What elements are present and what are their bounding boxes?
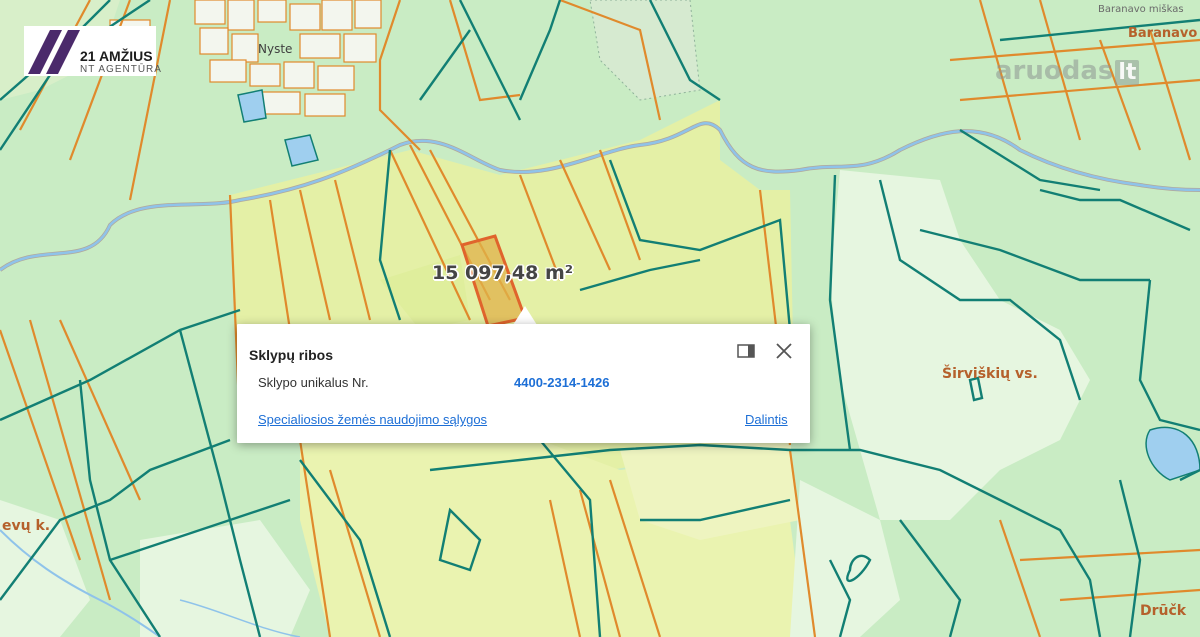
- place-label-evu: evų k.: [2, 518, 51, 534]
- place-label-druck: Drūčk: [1140, 603, 1187, 619]
- special-conditions-link[interactable]: Specialiosios žemės naudojimo sąlygos: [258, 412, 487, 427]
- dock-button[interactable]: [736, 341, 756, 361]
- place-label-baranavo-forest: Baranavo miškas: [1098, 4, 1184, 15]
- agency-logo: 21 AMŽIUS NT AGENTŪRA: [24, 26, 161, 76]
- parcel-area-label: 15 097,48 m²: [432, 262, 574, 284]
- site-watermark: aruodas lt: [995, 56, 1140, 86]
- parcel-id-value: 4400-2314-1426: [514, 375, 610, 390]
- dock-icon: [737, 344, 755, 358]
- parcel-id-label: Sklypo unikalus Nr.: [258, 375, 369, 390]
- close-button[interactable]: [774, 341, 794, 361]
- popup-pointer: [513, 306, 537, 325]
- place-label-nyste: Nyste: [258, 42, 293, 56]
- close-icon: [776, 343, 792, 359]
- place-label-sirviskiu: Širviškių vs.: [942, 366, 1038, 382]
- map-canvas[interactable]: [0, 0, 1200, 637]
- share-link[interactable]: Dalintis: [745, 412, 788, 427]
- agency-logo-subtitle: NT AGENTŪRA: [80, 64, 162, 75]
- agency-logo-mark: [28, 30, 80, 74]
- parcel-info-popup: Sklypų ribos Sklypo unikalus Nr. 4400-23…: [237, 324, 810, 443]
- watermark-name: aruodas: [995, 56, 1114, 86]
- place-label-baranavo: Baranavo: [1128, 26, 1198, 41]
- watermark-tld: lt: [1115, 60, 1140, 85]
- popup-title: Sklypų ribos: [249, 347, 334, 363]
- agency-logo-name: 21 AMŽIUS: [80, 48, 153, 64]
